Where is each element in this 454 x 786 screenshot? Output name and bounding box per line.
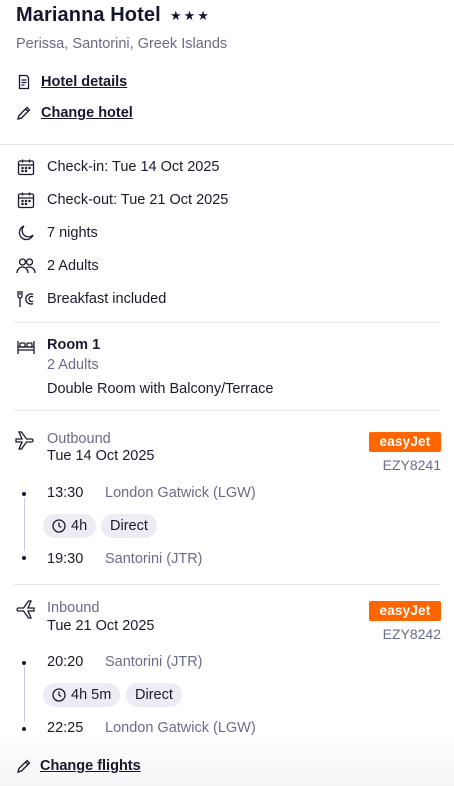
clock-icon	[52, 688, 66, 702]
section-divider	[14, 410, 440, 411]
outbound-label: Outbound	[47, 431, 111, 447]
timeline-dot	[22, 727, 26, 731]
star-rating: ★★★	[170, 8, 211, 23]
inbound-duration-pill: 4h 5m	[43, 683, 121, 707]
check-in-text: Check-in: Tue 14 Oct 2025	[47, 159, 220, 175]
change-flights-label: Change flights	[40, 758, 141, 774]
document-icon	[16, 73, 34, 91]
hotel-name: Marianna Hotel	[16, 4, 161, 26]
outbound-depart-airport: London Gatwick (LGW)	[105, 485, 256, 501]
hotel-details-label: Hotel details	[41, 74, 128, 90]
cutlery-icon	[16, 289, 36, 309]
nights-row: 7 nights	[16, 222, 98, 244]
change-hotel-label: Change hotel	[41, 105, 133, 121]
inbound-stops: Direct	[135, 687, 173, 703]
hotel-details-link[interactable]: Hotel details	[16, 72, 127, 92]
inbound-duration: 4h 5m	[71, 687, 112, 703]
board-row: Breakfast included	[16, 288, 166, 310]
check-out-row: Check-out: Tue 21 Oct 2025	[16, 189, 228, 211]
booking-summary-panel: Marianna Hotel ★★★ Perissa, Santorini, G…	[0, 0, 454, 786]
timeline-line	[23, 498, 25, 551]
room-occupancy: 2 Adults	[47, 357, 99, 373]
easyjet-logo: easyJet	[369, 601, 441, 621]
inbound-label: Inbound	[47, 600, 100, 616]
room-title: Room 1	[47, 337, 101, 353]
calendar-icon	[16, 157, 36, 177]
check-out-text: Check-out: Tue 21 Oct 2025	[47, 192, 229, 208]
outbound-depart-time: 13:30	[47, 485, 84, 501]
check-in-row: Check-in: Tue 14 Oct 2025	[16, 156, 220, 178]
calendar-icon	[16, 190, 36, 210]
hotel-location: Perissa, Santorini, Greek Islands	[16, 36, 228, 52]
inbound-arrive-airport: London Gatwick (LGW)	[105, 720, 256, 736]
section-divider	[0, 144, 454, 145]
change-flights-link[interactable]: Change flights	[16, 756, 141, 776]
guests-text: 2 Adults	[47, 258, 99, 274]
inbound-arrive-time: 22:25	[47, 720, 84, 736]
change-hotel-link[interactable]: Change hotel	[16, 103, 133, 123]
pencil-icon	[16, 104, 34, 122]
inbound-depart-time: 20:20	[47, 654, 84, 670]
inbound-date: Tue 21 Oct 2025	[47, 618, 155, 634]
easyjet-logo: easyJet	[369, 432, 441, 452]
nights-text: 7 nights	[47, 225, 98, 241]
timeline-dot	[22, 661, 26, 665]
moon-icon	[16, 223, 36, 243]
plane-landing-icon	[14, 600, 36, 625]
section-divider	[14, 584, 440, 585]
people-icon	[16, 256, 36, 276]
inbound-stops-pill: Direct	[126, 683, 182, 707]
timeline-dot	[22, 556, 26, 560]
outbound-duration-pill: 4h	[43, 514, 97, 538]
timeline-line	[23, 667, 25, 722]
section-divider	[14, 322, 440, 323]
room-type: Double Room with Balcony/Terrace	[47, 381, 274, 397]
outbound-arrive-airport: Santorini (JTR)	[105, 551, 203, 567]
plane-takeoff-icon	[14, 431, 36, 456]
timeline-dot	[22, 492, 26, 496]
outbound-duration: 4h	[71, 518, 88, 534]
clock-icon	[52, 519, 66, 533]
inbound-depart-airport: Santorini (JTR)	[105, 654, 203, 670]
bed-icon	[16, 338, 36, 361]
outbound-stops: Direct	[110, 518, 148, 534]
outbound-date: Tue 14 Oct 2025	[47, 448, 155, 464]
guests-row: 2 Adults	[16, 255, 99, 277]
board-text: Breakfast included	[47, 291, 167, 307]
pencil-icon	[16, 757, 34, 775]
outbound-arrive-time: 19:30	[47, 551, 84, 567]
outbound-flight-number: EZY8241	[382, 457, 441, 473]
inbound-flight-number: EZY8242	[382, 626, 441, 642]
outbound-stops-pill: Direct	[101, 514, 157, 538]
